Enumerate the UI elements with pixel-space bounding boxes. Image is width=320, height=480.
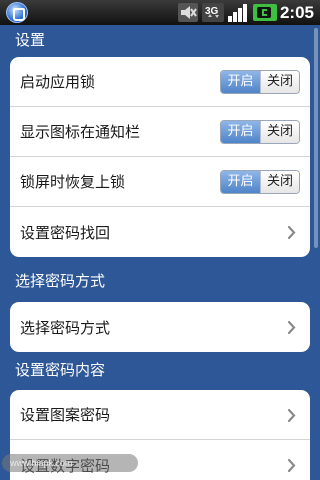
setting-row-show-notification-icon[interactable]: 显示图标在通知栏 开启 关闭 [10,107,310,157]
chevron-right-icon [288,409,296,422]
status-time: 2:05 [279,3,314,22]
watermark: www.hiapk.com [2,454,138,472]
relock-on-screen-off-toggle[interactable]: 开启 关闭 [220,170,300,194]
status-bar: 3G 2:05 [0,0,320,25]
section-header-password-method: 选择密码方式 [15,272,106,290]
app-lock-icon [6,2,28,23]
signal-icon [228,4,247,22]
setting-row-password-recovery[interactable]: 设置密码找回 [10,207,310,257]
battery-charging-icon [253,4,277,21]
toggle-off-option[interactable]: 关闭 [259,171,299,193]
toggle-on-option[interactable]: 开启 [221,121,260,143]
network-3g-icon: 3G [202,3,224,22]
chevron-right-icon [288,459,296,472]
enable-lock-toggle[interactable]: 开启 关闭 [220,70,300,94]
toggle-off-option[interactable]: 关闭 [259,71,299,93]
mute-icon [178,3,198,22]
settings-card: 启动应用锁 开启 关闭 显示图标在通知栏 开启 关闭 锁屏时恢复上锁 开启 关闭… [10,57,310,257]
toggle-on-option[interactable]: 开启 [221,171,260,193]
setting-row-select-password-method[interactable]: 选择密码方式 [10,302,310,352]
chevron-right-icon [288,321,296,334]
row-label: 选择密码方式 [20,318,111,337]
setting-row-enable-lock[interactable]: 启动应用锁 开启 关闭 [10,57,310,107]
chevron-right-icon [288,226,296,239]
setting-row-pattern-password[interactable]: 设置图案密码 [10,390,310,440]
setting-row-relock-on-screen-off[interactable]: 锁屏时恢复上锁 开启 关闭 [10,157,310,207]
scrollbar[interactable] [314,28,318,248]
section-header-password-content: 设置密码内容 [15,361,106,379]
row-label: 设置图案密码 [20,406,111,424]
show-notification-icon-toggle[interactable]: 开启 关闭 [220,120,300,144]
toggle-on-option[interactable]: 开启 [221,71,260,93]
toggle-off-option[interactable]: 关闭 [259,121,299,143]
section-header-settings: 设置 [15,31,46,49]
password-method-card: 选择密码方式 [10,302,310,352]
row-label: 设置密码找回 [20,223,111,242]
